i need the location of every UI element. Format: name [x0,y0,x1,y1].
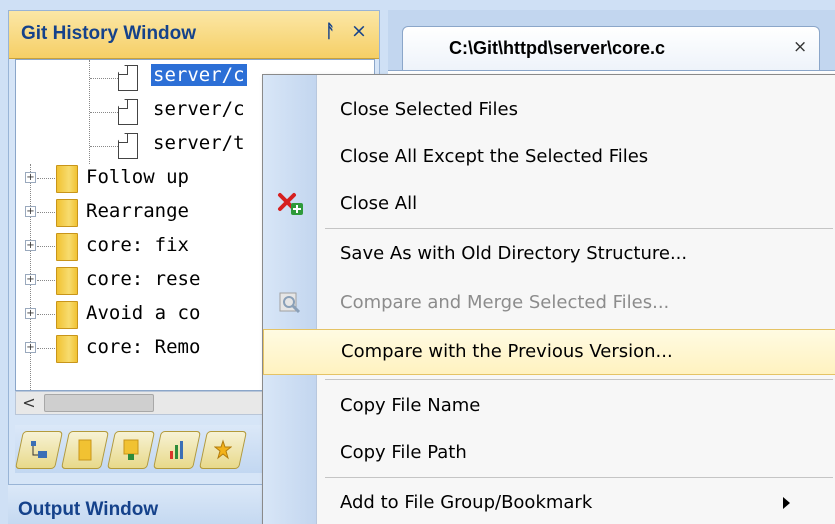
commit-folder-icon [56,267,78,295]
menu-separator [325,477,833,478]
menu-item-save-as-old-structure[interactable]: Save As with Old Directory Structure... [263,231,835,277]
menu-item-label: Add to File Group/Bookmark [340,492,593,513]
menu-item-label: Compare and Merge Selected Files... [340,292,670,313]
menu-item-close-selected[interactable]: Close Selected Files [263,87,835,133]
tree-item-label: server/t [153,132,245,154]
menu-separator [325,228,833,229]
submenu-arrow-icon [783,497,790,509]
document-tab[interactable]: C:\Git\httpd\server\core.c × [402,26,820,70]
menu-item-label: Compare with the Previous Version... [341,341,673,362]
commit-folder-icon [56,233,78,261]
tab-close-icon[interactable]: × [793,37,807,57]
tree-item-label: server/c [151,64,247,86]
pin-icon[interactable]: ᚨ [325,21,343,43]
folder-icon [78,439,92,461]
git-history-header: Git History Window ᚨ × [9,11,379,59]
menu-item-close-all[interactable]: Close All [263,181,835,227]
file-icon [118,99,138,125]
tab-chart[interactable] [152,431,202,469]
menu-item-compare-previous[interactable]: Compare with the Previous Version... [263,329,835,375]
commit-folder-icon [56,199,78,227]
git-history-title: Git History Window [21,23,197,44]
expand-icon[interactable]: + [25,274,36,285]
output-window-title: Output Window [18,499,159,520]
tree-item-label: Follow up [86,166,189,188]
scroll-left-icon[interactable]: < [18,392,40,414]
menu-item-copy-file-name[interactable]: Copy File Name [263,383,835,429]
menu-item-label: Close Selected Files [340,99,519,120]
menu-item-label: Close All [340,193,418,214]
close-all-icon [278,193,303,215]
star-icon [214,439,232,460]
branch-icon [123,439,139,460]
expand-icon[interactable]: + [25,172,36,183]
expand-icon[interactable]: + [25,206,36,217]
tab-branch[interactable] [106,431,156,469]
tab-folder[interactable] [60,431,110,469]
menu-item-close-all-except[interactable]: Close All Except the Selected Files [263,134,835,180]
file-icon [118,65,138,91]
document-tab-title: C:\Git\httpd\server\core.c [449,38,666,58]
commit-folder-icon [56,335,78,363]
tree-item-label: core: fix [86,234,189,256]
menu-item-add-to-file-group[interactable]: Add to File Group/Bookmark [263,480,835,524]
commit-folder-icon [56,301,78,329]
compare-icon [279,292,301,314]
scroll-thumb[interactable] [44,394,154,412]
tree-view-icon [31,441,47,458]
menu-item-compare-merge: Compare and Merge Selected Files... [263,280,835,326]
context-menu: Close Selected Files Close All Except th… [262,74,835,524]
expand-icon[interactable]: + [25,240,36,251]
tab-favorites[interactable] [198,431,248,469]
close-icon[interactable]: × [351,20,369,42]
menu-item-copy-file-path[interactable]: Copy File Path [263,430,835,476]
tree-item-label: core: rese [86,268,201,290]
file-icon [118,133,138,159]
tree-item-label: server/c [153,98,245,120]
chart-icon [170,441,183,459]
commit-folder-icon [56,165,78,193]
tree-item-label: Avoid a co [86,302,201,324]
menu-item-label: Copy File Path [340,442,467,463]
tree-item-label: core: Remo [86,336,201,358]
menu-item-label: Close All Except the Selected Files [340,146,649,167]
menu-separator [325,379,833,380]
menu-item-label: Save As with Old Directory Structure... [340,243,688,264]
tab-tree-view[interactable] [14,431,64,469]
tree-item-label: Rearrange [86,200,189,222]
expand-icon[interactable]: + [25,308,36,319]
menu-item-label: Copy File Name [340,395,481,416]
expand-icon[interactable]: + [25,342,36,353]
